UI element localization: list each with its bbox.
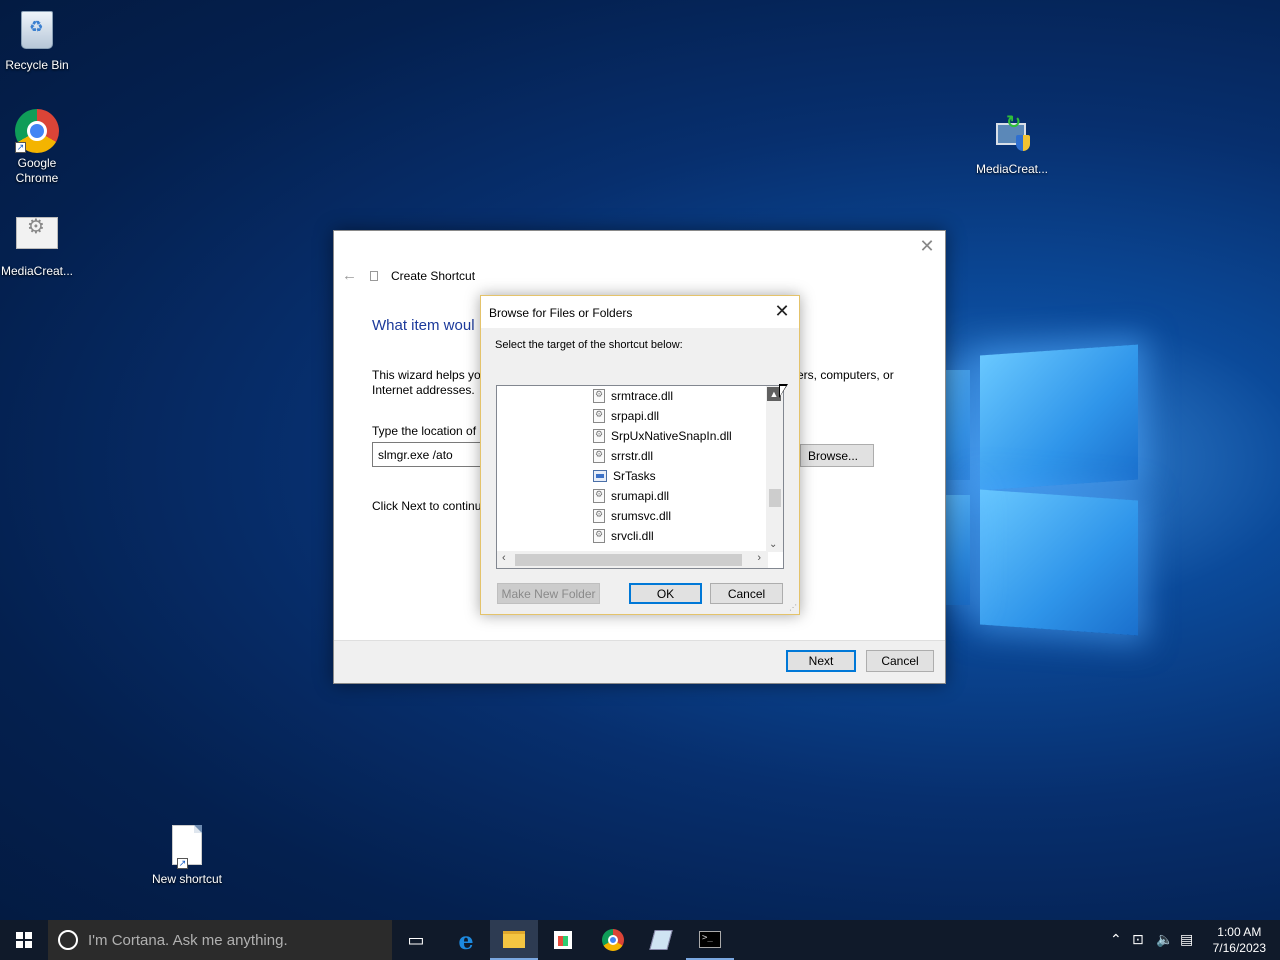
desktop-icon-google-chrome[interactable]: ↗ Google Chrome <box>0 109 77 186</box>
tree-item-label: srmtrace.dll <box>611 389 674 403</box>
tree-item-label: srrstr.dll <box>611 449 653 463</box>
tree-item[interactable]: SrTasks <box>593 466 656 486</box>
scroll-down-icon[interactable]: ⌄ <box>769 539 777 550</box>
media-creation-tool-icon <box>16 217 58 249</box>
volume-muted-icon[interactable]: 🔈 <box>1156 931 1173 948</box>
tree-item-label: srumapi.dll <box>611 489 670 503</box>
dll-file-icon <box>593 509 605 523</box>
recycle-bin-icon <box>21 11 53 49</box>
dll-file-icon <box>593 449 605 463</box>
scroll-thumb[interactable] <box>515 554 742 566</box>
next-button[interactable]: Next <box>786 650 856 672</box>
desktop-icon-label: MediaCreat... <box>975 162 1049 176</box>
dll-file-icon <box>593 429 605 443</box>
scroll-left-icon[interactable]: ‹ <box>502 552 506 564</box>
continue-text: Click Next to continu <box>372 499 482 513</box>
search-placeholder: I'm Cortana. Ask me anything. <box>88 931 288 949</box>
file-tree[interactable]: srmtrace.dll srpapi.dll SrpUxNativeSnapI… <box>496 385 784 569</box>
notepad-icon <box>649 930 673 950</box>
tree-item[interactable]: SrpUxNativeSnapIn.dll <box>593 426 732 446</box>
mouse-cursor-icon <box>779 384 788 398</box>
taskbar-command-prompt[interactable]: >_ <box>686 920 734 960</box>
shortcut-arrow-icon: ↗ <box>15 142 26 153</box>
edge-icon: e <box>458 925 474 955</box>
command-prompt-icon: >_ <box>699 930 721 948</box>
desktop-icon-mediacreation[interactable]: MediaCreat... <box>0 211 77 279</box>
media-creation-tool-shield-icon: ↻ <box>992 113 1032 155</box>
taskbar: I'm Cortana. Ask me anything. ▭ e >_ ⌃ ⊡… <box>0 920 1280 960</box>
taskbar-file-explorer[interactable] <box>490 920 538 960</box>
tree-item[interactable]: srumsvc.dll <box>593 506 671 526</box>
cortana-icon <box>58 930 78 950</box>
shortcut-icon <box>370 271 378 281</box>
shortcut-arrow-icon: ↗ <box>177 858 188 869</box>
clock[interactable]: 1:00 AM 7/16/2023 <box>1213 924 1266 956</box>
dll-file-icon <box>593 529 605 543</box>
desktop-icon-label: MediaCreat... <box>0 264 74 278</box>
window-title: Create Shortcut <box>391 269 476 283</box>
desktop-icon-recycle-bin[interactable]: Recycle Bin <box>0 8 77 73</box>
tree-item[interactable]: srvcli.dll <box>593 526 654 546</box>
tree-item[interactable]: srrstr.dll <box>593 446 653 466</box>
horizontal-scrollbar[interactable]: ‹ › <box>497 551 768 568</box>
ok-button[interactable]: OK <box>629 583 702 604</box>
wizard-footer: Next Cancel <box>334 640 945 683</box>
clock-time: 1:00 AM <box>1217 925 1262 939</box>
tree-item[interactable]: srmtrace.dll <box>593 386 673 406</box>
task-view-icon: ▭ <box>407 929 425 950</box>
dialog-title: Browse for Files or Folders <box>489 306 633 320</box>
taskbar-notepad[interactable] <box>637 920 685 960</box>
tree-item-label: srumsvc.dll <box>611 509 672 523</box>
resize-grip-icon[interactable]: ⋰ <box>789 603 797 612</box>
dialog-titlebar: Browse for Files or Folders ✕ <box>481 296 799 328</box>
tree-item[interactable]: srumapi.dll <box>593 486 669 506</box>
windows-logo-icon <box>16 932 32 948</box>
chrome-icon <box>602 929 624 951</box>
cortana-search-box[interactable]: I'm Cortana. Ask me anything. <box>48 920 392 960</box>
system-tray: ⌃ ⊡ 🔈 ▤ 1:00 AM 7/16/2023 <box>1110 920 1280 960</box>
dialog-prompt: Select the target of the shortcut below: <box>495 339 683 351</box>
scroll-thumb[interactable] <box>769 489 781 507</box>
close-icon[interactable]: ✕ <box>917 236 937 257</box>
wizard-description-line2: Internet addresses. <box>372 383 475 397</box>
windows-wallpaper-logo <box>940 330 1150 660</box>
dll-file-icon <box>593 409 605 423</box>
vertical-scrollbar[interactable]: ▲ ⌄ <box>766 386 783 552</box>
scroll-right-icon[interactable]: › <box>757 552 761 564</box>
chevron-up-icon[interactable]: ⌃ <box>1110 931 1122 948</box>
wizard-heading: What item woul <box>372 317 475 334</box>
action-center-icon[interactable]: ▤ <box>1180 931 1193 948</box>
tree-item-label: srvcli.dll <box>611 529 654 543</box>
taskbar-edge[interactable]: e <box>442 920 490 960</box>
network-icon[interactable]: ⊡ <box>1132 931 1144 948</box>
tree-item-label: SrTasks <box>613 469 656 483</box>
taskbar-chrome[interactable] <box>589 920 637 960</box>
desktop-icon-mediacreation-2[interactable]: ↻ MediaCreat... <box>972 113 1052 177</box>
store-icon <box>554 931 572 949</box>
desktop-icon-new-shortcut[interactable]: ↗ New shortcut <box>147 823 227 887</box>
back-arrow-icon[interactable]: ← <box>342 267 357 284</box>
browse-dialog: Browse for Files or Folders ✕ Select the… <box>480 295 800 615</box>
taskbar-store[interactable] <box>539 920 587 960</box>
clock-date: 7/16/2023 <box>1212 941 1266 955</box>
start-button[interactable] <box>0 920 48 960</box>
cancel-button[interactable]: Cancel <box>866 650 934 672</box>
file-explorer-icon <box>503 930 525 948</box>
tree-item-label: srpapi.dll <box>611 409 660 423</box>
tree-item[interactable]: srpapi.dll <box>593 406 659 426</box>
desktop-icon-label: New shortcut <box>151 872 223 886</box>
dll-file-icon <box>593 489 605 503</box>
dll-file-icon <box>593 389 605 403</box>
tree-item-label: SrpUxNativeSnapIn.dll <box>611 429 732 443</box>
close-icon[interactable]: ✕ <box>771 301 793 322</box>
make-new-folder-button[interactable]: Make New Folder <box>497 583 600 604</box>
desktop-icon-label: Recycle Bin <box>5 58 69 72</box>
desktop-icon-label: Google Chrome <box>15 156 59 185</box>
cancel-button[interactable]: Cancel <box>710 583 783 604</box>
browse-button[interactable]: Browse... <box>800 444 874 467</box>
app-window-icon <box>593 470 607 482</box>
location-label: Type the location of <box>372 424 477 438</box>
wizard-description-right: ers, computers, or <box>797 368 894 382</box>
task-view-button[interactable]: ▭ <box>392 920 440 960</box>
